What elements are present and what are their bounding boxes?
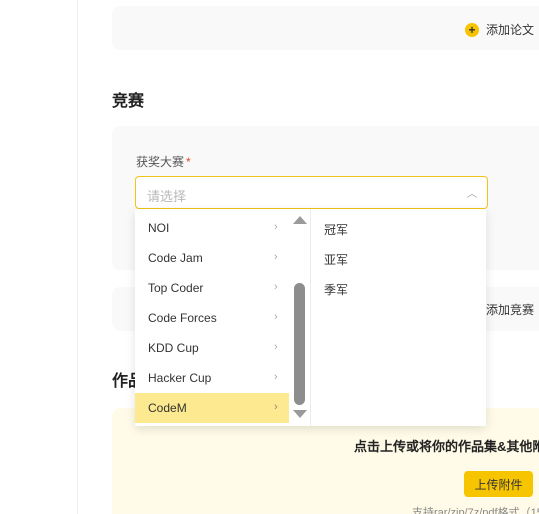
cascader-option[interactable]: NOI › xyxy=(135,213,290,243)
cascader-option[interactable]: Top Coder › xyxy=(135,273,290,303)
competition-options-list: NOI › Code Jam › Top Coder › Code Forces… xyxy=(135,213,290,423)
cascader-option[interactable]: Code Forces › xyxy=(135,303,290,333)
chevron-right-icon: › xyxy=(274,281,278,293)
cascader-option[interactable]: Code Jam › xyxy=(135,243,290,273)
competition-cascader-dropdown: NOI › Code Jam › Top Coder › Code Forces… xyxy=(135,209,486,426)
cascader-sub-option-label: 冠军 xyxy=(324,223,349,237)
chevron-right-icon: › xyxy=(274,371,278,383)
cascader-option-label: Code Jam xyxy=(148,251,203,265)
chevron-right-icon: › xyxy=(274,251,278,263)
cascader-option-label: Code Forces xyxy=(148,311,217,325)
add-competition-button[interactable]: 添加竞赛 xyxy=(486,301,534,318)
cascader-sub-option-label: 季军 xyxy=(324,283,349,297)
chevron-right-icon: › xyxy=(274,341,278,353)
cascader-sub-option[interactable]: 季军 xyxy=(311,273,486,303)
upload-attachment-button[interactable]: 上传附件 xyxy=(464,471,533,497)
cascader-option-label: KDD Cup xyxy=(148,341,199,355)
cascader-sub-option-label: 亚军 xyxy=(324,253,349,267)
chevron-right-icon: › xyxy=(274,311,278,323)
plus-circle-icon: + xyxy=(465,22,479,37)
cascader-option-label: NOI xyxy=(148,221,170,235)
add-competition-label: 添加竞赛 xyxy=(486,303,535,317)
scroll-up-arrow-icon[interactable] xyxy=(293,216,307,224)
add-paper-label: 添加论文 xyxy=(486,23,535,37)
chevron-up-icon: ︿ xyxy=(467,189,477,200)
left-sidebar-strip xyxy=(0,0,78,514)
cascader-option-label: Top Coder xyxy=(148,281,204,295)
chevron-right-icon: › xyxy=(274,401,278,413)
scrollbar-thumb[interactable] xyxy=(294,283,305,405)
cascader-option[interactable]: Hacker Cup › xyxy=(135,363,290,393)
chevron-right-icon: › xyxy=(274,221,278,233)
cascader-option-active[interactable]: CodeM › xyxy=(135,393,289,423)
scroll-down-arrow-icon[interactable] xyxy=(293,410,307,418)
select-placeholder: 请选择 xyxy=(147,189,187,204)
required-mark: * xyxy=(186,155,191,169)
options-scrollbar[interactable] xyxy=(292,213,308,423)
cascader-option-label: CodeM xyxy=(148,401,187,415)
cascader-sub-option[interactable]: 亚军 xyxy=(311,243,486,273)
award-competition-label: 获奖大赛 * xyxy=(136,153,191,170)
award-competition-select[interactable]: 请选择 ︿ xyxy=(135,176,488,209)
competition-section-title: 竞赛 xyxy=(112,93,145,110)
cascader-option[interactable]: KDD Cup › xyxy=(135,333,290,363)
upload-format-hint: 支持rar/zip/7z/pdf格式（15 xyxy=(412,507,539,514)
upload-prompt: 点击上传或将你的作品集&其他附件 xyxy=(354,439,539,454)
add-paper-button[interactable]: + 添加论文 xyxy=(465,21,534,38)
cascader-sub-option[interactable]: 冠军 xyxy=(311,213,486,243)
award-competition-label-text: 获奖大赛 xyxy=(136,155,185,169)
cascader-option-label: Hacker Cup xyxy=(148,371,212,385)
